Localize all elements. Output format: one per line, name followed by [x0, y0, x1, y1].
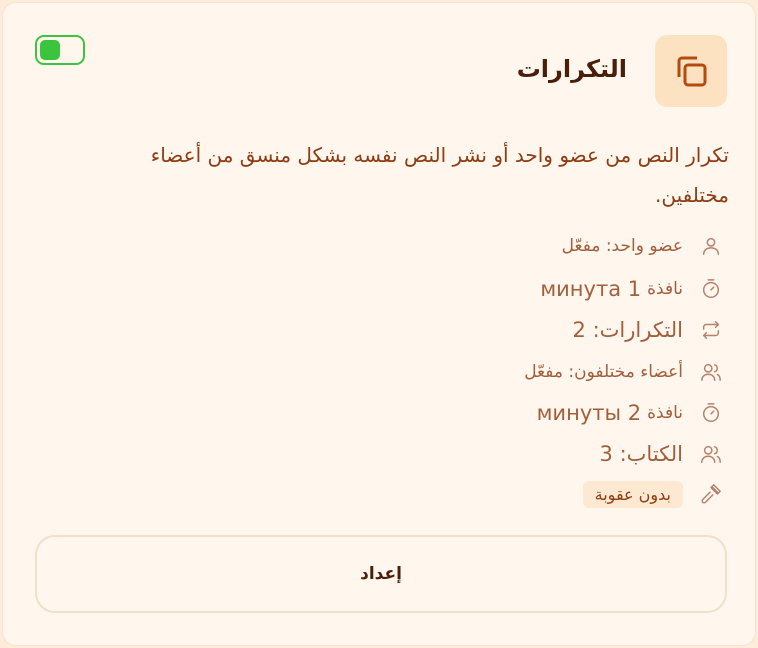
rule-different-members: أعضاء مختلفون: مفعّل — [524, 357, 723, 387]
rule-text: الكتاب: 3 — [599, 442, 683, 466]
rule-text: عضو واحد: مفعّل — [561, 236, 683, 256]
duplicates-card: التكرارات تكرار النص من عضو واحد أو نشر … — [2, 2, 756, 646]
rule-label: نافذة — [647, 279, 683, 299]
penalty-badge: بدون عقوبة — [582, 480, 683, 508]
rule-text: التكرارات: 2 — [572, 318, 683, 342]
enable-toggle[interactable] — [35, 35, 85, 65]
card-title: التكرارات — [516, 55, 627, 83]
rule-writers: الكتاب: 3 — [600, 439, 723, 469]
users-icon — [699, 442, 723, 466]
users-icon — [699, 360, 723, 384]
setup-button[interactable]: إعداد — [35, 535, 727, 613]
rule-value: 1 минута — [540, 277, 642, 301]
rule-value: 2 минуты — [536, 401, 642, 425]
timer-icon — [699, 277, 723, 301]
repeat-icon — [699, 318, 723, 342]
rule-single-member: عضو واحد: مفعّل — [562, 231, 723, 261]
copy-icon — [655, 35, 727, 107]
card-description: تكرار النص من عضو واحد أو نشر النص نفسه … — [150, 143, 729, 207]
gavel-icon — [699, 482, 723, 506]
timer-icon — [699, 401, 723, 425]
rule-penalty: بدون عقوبة — [582, 479, 723, 509]
rule-repetitions: التكرارات: 2 — [573, 315, 723, 345]
rule-text: أعضاء مختلفون: مفعّل — [524, 362, 683, 382]
rule-window-2: نافذة 2 минуты — [537, 398, 723, 428]
toggle-knob — [40, 40, 60, 60]
user-icon — [699, 234, 723, 258]
rule-window-1: نافذة 1 минута — [540, 274, 723, 304]
rule-label: نافذة — [647, 403, 683, 423]
